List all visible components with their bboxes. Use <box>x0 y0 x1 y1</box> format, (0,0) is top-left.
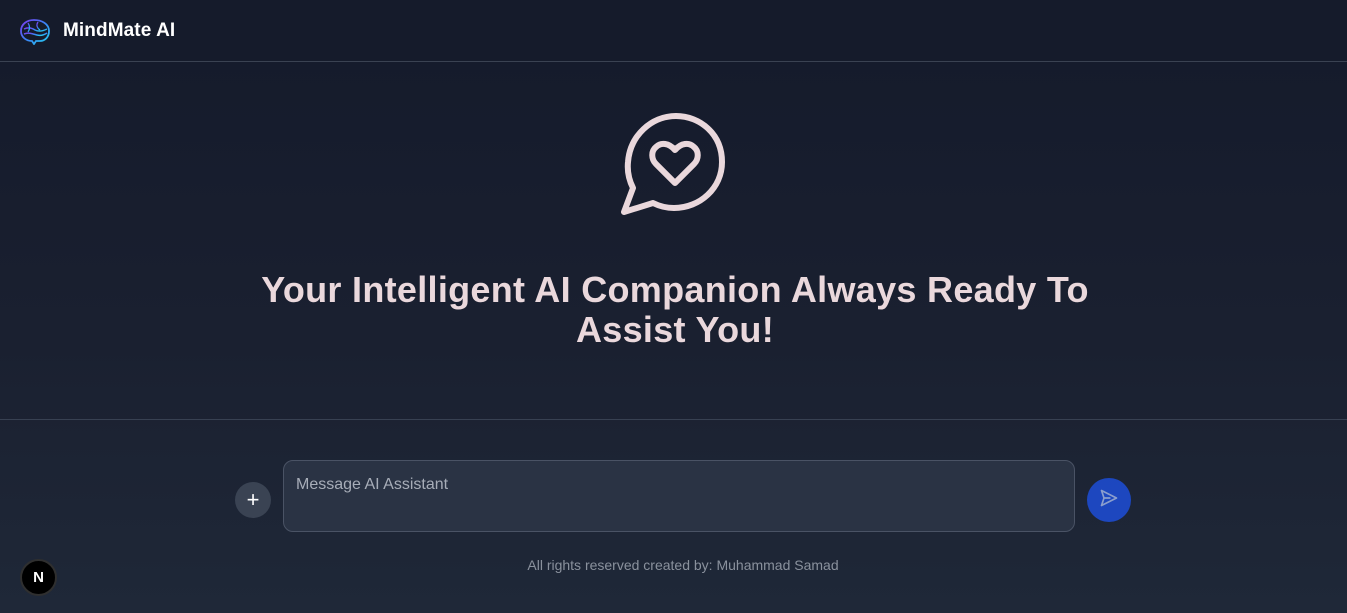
brain-icon <box>18 17 52 45</box>
message-box <box>283 460 1075 532</box>
plus-icon[interactable]: + <box>235 482 271 518</box>
send-button[interactable] <box>1087 478 1131 522</box>
send-icon <box>1099 488 1119 513</box>
hero-title: Your Intelligent AI Companion Always Rea… <box>261 269 1089 350</box>
top-header: MindMate AI <box>0 0 1347 62</box>
message-input[interactable] <box>284 461 1074 531</box>
section-divider <box>0 419 1347 420</box>
brand[interactable]: MindMate AI <box>18 17 175 45</box>
footer-credits: All rights reserved created by: Muhammad… <box>527 557 839 573</box>
next-dev-badge[interactable]: N <box>20 559 57 596</box>
dev-badge-label: N <box>33 569 44 586</box>
heart-chat-bubble-icon <box>620 112 728 218</box>
brand-name: MindMate AI <box>63 19 176 41</box>
attach-button-label: + <box>246 487 260 512</box>
